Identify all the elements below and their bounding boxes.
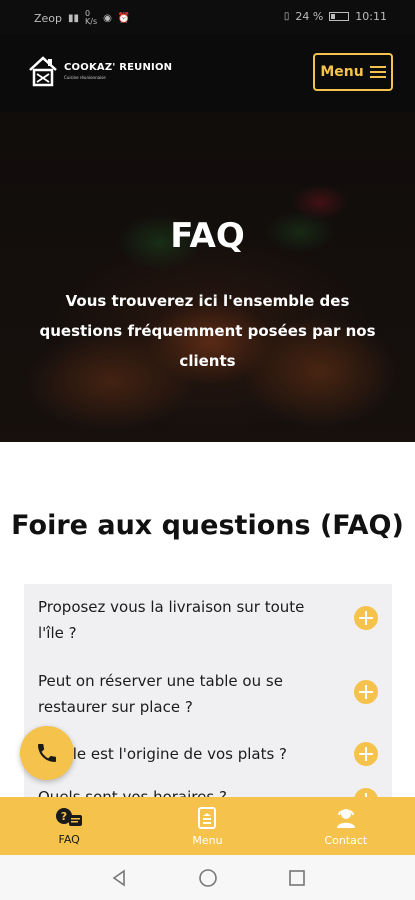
faq-question: Quelle est l'origine de vos plats ? xyxy=(38,745,288,763)
nav-item-contact[interactable]: Contact xyxy=(277,797,415,855)
faq-question: Proposez vous la livraison sur toute l'î… xyxy=(38,598,305,642)
battery-icon xyxy=(329,12,350,21)
hamburger-icon xyxy=(369,66,386,78)
menu-button-label: Menu xyxy=(320,64,364,80)
site-header: COOKAZ' REUNION Cuisine réunionnaise Men… xyxy=(0,34,415,112)
back-icon[interactable] xyxy=(110,868,128,887)
nav-item-faq[interactable]: ? FAQ xyxy=(0,797,138,855)
recents-icon[interactable] xyxy=(288,869,306,887)
faq-icon: ? xyxy=(56,807,83,826)
house-logo-icon xyxy=(29,56,57,87)
vibrate-icon: ▯ xyxy=(283,11,290,22)
call-button[interactable] xyxy=(20,726,74,780)
hero-subtitle: Vous trouverez ici l'ensemble des questi… xyxy=(39,292,376,370)
clock: 10:11 xyxy=(355,10,387,23)
phone-icon xyxy=(38,744,56,762)
menu-book-icon xyxy=(198,806,217,829)
expand-plus-icon[interactable] xyxy=(354,742,378,766)
section-title: Foire aux questions (FAQ) xyxy=(11,510,404,541)
eye-icon: ◉ xyxy=(103,12,112,24)
signal-icon: ▮▮ xyxy=(68,12,80,24)
expand-plus-icon[interactable] xyxy=(354,680,378,704)
logo-tagline: Cuisine réunionnaise xyxy=(64,75,106,80)
faq-item[interactable]: Quelle est l'origine de vos plats ? xyxy=(38,742,378,767)
site-logo[interactable]: COOKAZ' REUNION Cuisine réunionnaise xyxy=(28,54,172,88)
hero-title: FAQ xyxy=(170,216,245,256)
carrier-label: Zeop xyxy=(34,11,63,25)
expand-plus-icon[interactable] xyxy=(354,606,378,630)
faq-question: Peut on réserver une table ou se restaur… xyxy=(38,672,283,716)
logo-name: COOKAZ' REUNION xyxy=(64,62,173,73)
nav-item-menu[interactable]: Menu xyxy=(138,797,276,855)
status-bar: Zeop ▮▮ 0 K/s ◉ ⏰ ▯ 24 % 10:11 xyxy=(0,0,415,34)
svg-text:?: ? xyxy=(61,810,67,823)
battery-percent: 24 % xyxy=(295,10,324,23)
net-speed: 0 K/s xyxy=(85,9,98,26)
faq-accordion: Proposez vous la livraison sur toute l'î… xyxy=(24,584,392,804)
faq-item[interactable]: Peut on réserver une table ou se restaur… xyxy=(38,668,378,720)
hero-banner: FAQ Vous trouverez ici l'ensemble des qu… xyxy=(0,112,415,442)
menu-button[interactable]: Menu xyxy=(313,53,393,91)
system-navigation-bar xyxy=(0,855,415,900)
nav-label-contact: Contact xyxy=(324,833,368,847)
faq-item[interactable]: Proposez vous la livraison sur toute l'î… xyxy=(38,594,378,646)
nav-label-faq: FAQ xyxy=(58,832,80,846)
nav-label-menu: Menu xyxy=(192,833,223,847)
alarm-icon: ⏰ xyxy=(117,12,131,24)
home-icon[interactable] xyxy=(198,868,218,888)
contact-icon xyxy=(336,808,355,828)
bottom-navigation: ? FAQ Menu Contact xyxy=(0,797,415,855)
